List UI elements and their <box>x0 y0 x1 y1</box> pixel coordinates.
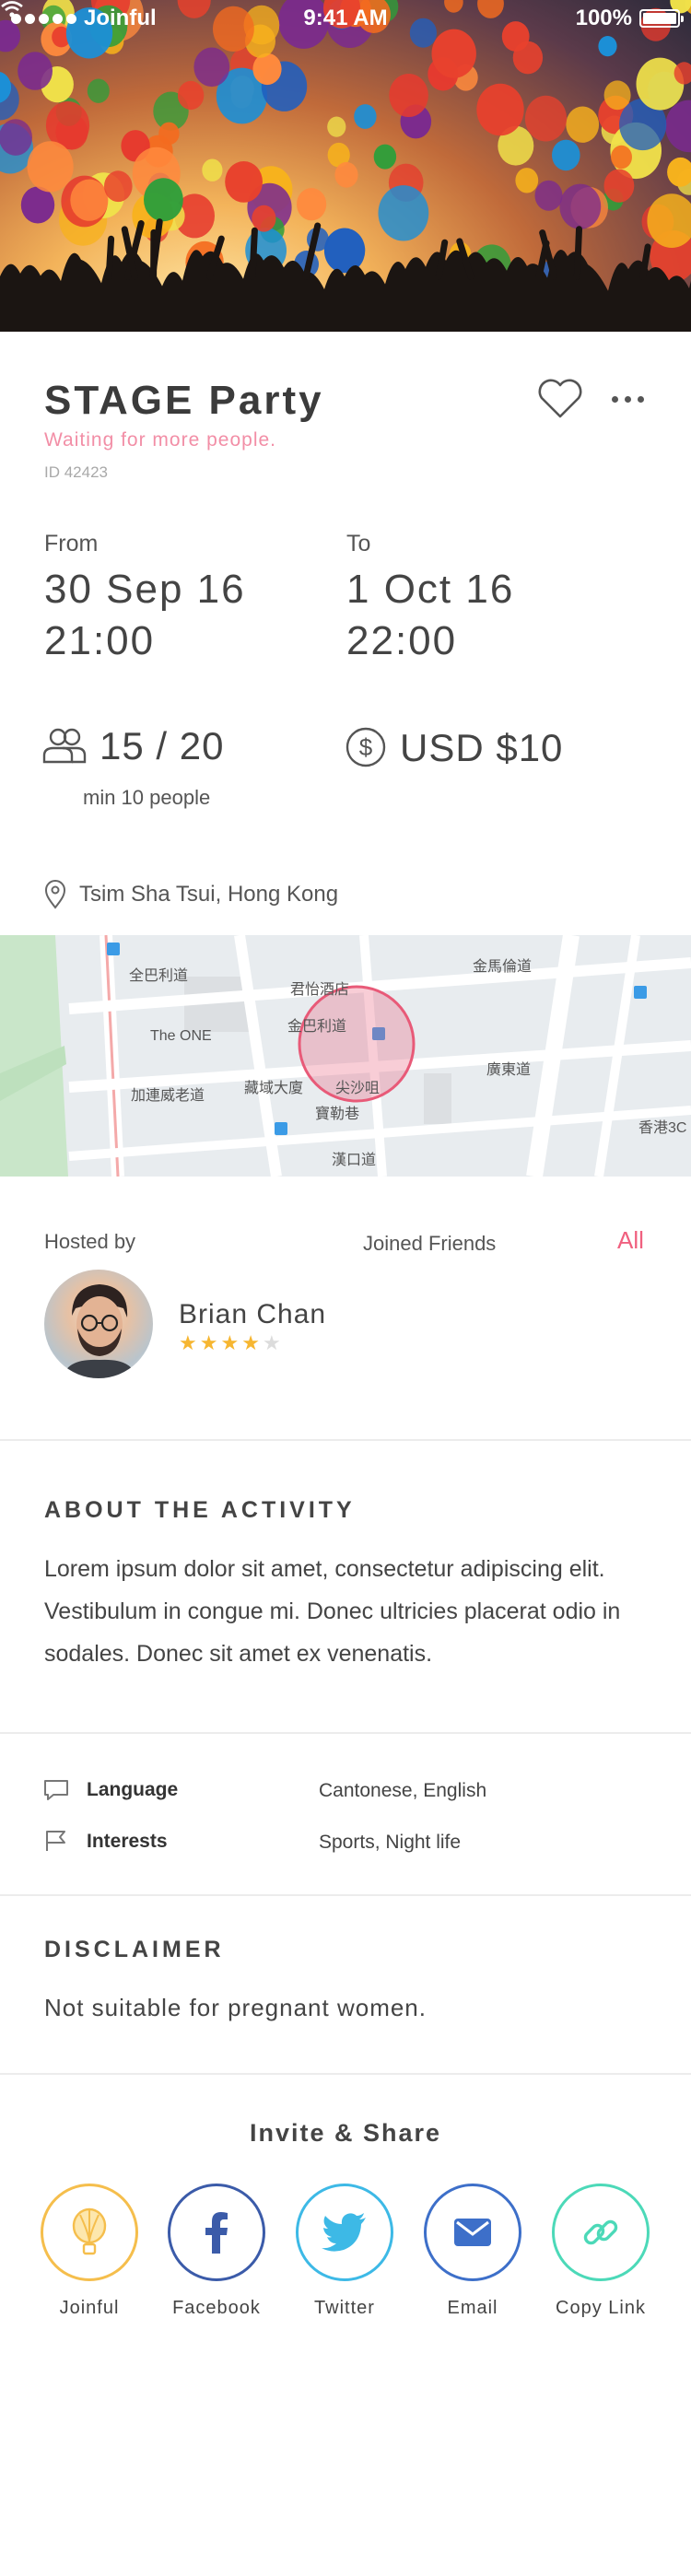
share-email-button[interactable]: Email <box>417 2184 528 2319</box>
share-email-label: Email <box>447 2298 498 2318</box>
disclaimer-text: Not suitable for pregnant women. <box>44 1994 427 2021</box>
star-filled-icon: ★ <box>199 1331 218 1354</box>
location-text: Tsim Sha Tsui, Hong Kong <box>79 882 339 907</box>
language-label: Language <box>87 1779 179 1800</box>
from-time: 21:00 <box>44 618 156 663</box>
from-date: 30 Sep 16 <box>44 567 246 612</box>
disclaimer-heading: DISCLAIMER <box>44 1937 225 1962</box>
language-value: Cantonese, English <box>319 1780 487 1801</box>
share-joinful-button[interactable]: Joinful <box>34 2184 145 2319</box>
people-icon <box>42 728 87 764</box>
interests-label: Interests <box>87 1831 168 1852</box>
map-label: 尖沙咀 <box>335 1081 381 1096</box>
share-joinful-label: Joinful <box>59 2298 120 2318</box>
map-label: The ONE <box>150 1028 212 1044</box>
speech-bubble-icon <box>44 1780 68 1800</box>
battery-percent: 100% <box>575 6 632 30</box>
carrier-name: Joinful <box>84 6 157 30</box>
more-icon <box>611 395 618 403</box>
location-pin-icon <box>44 880 66 909</box>
map-label: 君怡酒店 <box>290 982 350 998</box>
share-joinful-circle[interactable] <box>41 2184 138 2281</box>
heart-icon <box>538 379 582 418</box>
event-title: STAGE Party <box>44 378 324 423</box>
star-filled-icon: ★ <box>241 1331 260 1354</box>
star-empty-icon: ★ <box>262 1331 281 1354</box>
flag-icon <box>46 1831 65 1851</box>
share-facebook-circle[interactable] <box>168 2184 265 2281</box>
host-name[interactable]: Brian Chan <box>179 1299 326 1330</box>
more-options-button[interactable] <box>604 385 650 413</box>
status-bar: Joinful 9:41 AM 100% <box>0 0 691 37</box>
share-copy-link-button[interactable]: Copy Link <box>545 2184 656 2319</box>
star-filled-icon: ★ <box>220 1331 240 1354</box>
divider <box>0 1732 691 1734</box>
email-icon <box>454 2219 491 2246</box>
star-filled-icon: ★ <box>179 1331 197 1354</box>
twitter-icon <box>322 2213 366 2252</box>
favorite-button[interactable] <box>534 376 586 422</box>
share-facebook-label: Facebook <box>172 2298 261 2318</box>
share-facebook-button[interactable]: Facebook <box>161 2184 272 2319</box>
divider <box>0 1439 691 1441</box>
divider <box>0 2073 691 2075</box>
to-label: To <box>346 531 371 556</box>
all-friends-link[interactable]: All <box>617 1226 644 1255</box>
share-copy-link-label: Copy Link <box>556 2298 646 2318</box>
wifi-icon <box>1 1 23 18</box>
link-icon <box>583 2219 618 2245</box>
facebook-icon <box>205 2212 228 2254</box>
map-label: 寶勒巷 <box>315 1107 360 1122</box>
about-heading: ABOUT THE ACTIVITY <box>44 1497 356 1523</box>
host-portrait <box>63 1284 136 1378</box>
divider <box>0 1894 691 1896</box>
map-label: 金巴利道 <box>287 1019 347 1035</box>
about-text: Lorem ipsum dolor sit amet, consectetur … <box>44 1556 621 1667</box>
event-id: ID 42423 <box>44 463 108 481</box>
map-label: 藏域大廈 <box>244 1081 304 1096</box>
min-people: min 10 people <box>83 786 211 809</box>
map-streets <box>0 935 691 1177</box>
share-email-circle[interactable] <box>424 2184 521 2281</box>
from-label: From <box>44 531 99 556</box>
hero-image: Joinful 9:41 AM 100% <box>0 0 691 332</box>
location-row[interactable]: Tsim Sha Tsui, Hong Kong <box>44 880 338 909</box>
host-avatar[interactable] <box>44 1270 153 1378</box>
share-twitter-label: Twitter <box>314 2298 375 2318</box>
balloon-icon <box>72 2207 107 2255</box>
dollar-icon: $ <box>346 727 386 767</box>
battery-icon <box>639 9 684 28</box>
map-label: 全巴利道 <box>129 968 189 984</box>
share-copy-link-circle[interactable] <box>552 2184 650 2281</box>
share-twitter-button[interactable]: Twitter <box>289 2184 400 2319</box>
map-label: 漢口道 <box>332 1153 377 1168</box>
balloons-illustration <box>0 0 691 332</box>
participants-count: 15 / 20 <box>100 724 225 767</box>
interests-value: Sports, Night life <box>319 1832 462 1853</box>
share-twitter-circle[interactable] <box>296 2184 393 2281</box>
map-view[interactable]: 全巴利道 君怡酒店 金巴利道 The ONE 加連威老道 藏域大廈 尖沙咀 廣東… <box>0 935 691 1177</box>
host-rating: ★ ★ ★ ★ ★ <box>179 1333 281 1353</box>
share-title: Invite & Share <box>249 2119 442 2147</box>
map-label: 廣東道 <box>486 1062 532 1078</box>
price: USD $10 <box>400 726 564 769</box>
map-label: 香港3C <box>638 1120 687 1136</box>
to-time: 22:00 <box>346 618 458 663</box>
map-label: 加連威老道 <box>131 1088 205 1104</box>
to-date: 1 Oct 16 <box>346 567 515 612</box>
svg-text:$: $ <box>359 733 373 761</box>
event-status: Waiting for more people. <box>44 429 276 451</box>
map-label: 金馬倫道 <box>473 959 533 975</box>
joined-friends-label: Joined Friends <box>363 1232 497 1255</box>
hosted-by-label: Hosted by <box>44 1230 136 1253</box>
